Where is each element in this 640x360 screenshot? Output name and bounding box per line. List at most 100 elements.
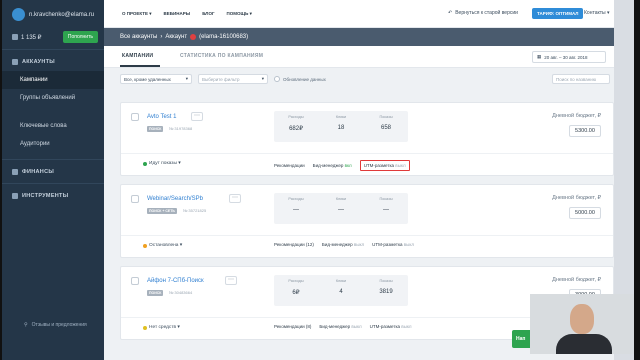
sidebar-section-tools[interactable]: ИНСТРУМЕНТЫ [2, 186, 104, 205]
more-options-icon[interactable]: ⋯ [229, 194, 241, 203]
campaign-checkbox[interactable] [131, 195, 139, 203]
campaign-checkbox[interactable] [131, 277, 139, 285]
metric-clicks: 18 [337, 125, 345, 131]
data-update-toggle[interactable]: Обновление данных [274, 76, 326, 82]
feedback-label: Отзывы и предложения [31, 322, 87, 328]
campaign-type-tag: ПОИСК [147, 290, 164, 296]
presenter-head [570, 304, 594, 334]
metric-label-clicks: Клики [335, 115, 347, 119]
old-version-label: Вернуться к старой версии [455, 10, 518, 16]
metric-spend: — [293, 207, 299, 213]
campaign-name-link[interactable]: Айфон 7-СПб-Поиск [147, 278, 204, 284]
sidebar-item-ad-groups[interactable]: Группы объявлений [2, 89, 104, 107]
filter-select[interactable]: Выберите фильтр ▾ [198, 74, 268, 84]
bid-manager-label: Бид-менеджер [312, 163, 344, 168]
campaign-type-tag: ПОИСК + СЕТЬ [147, 208, 177, 214]
search-input[interactable]: Поиск по названию [552, 74, 610, 84]
utm-state: выкл [401, 324, 412, 329]
balance-row: 1 135 ₽ Пополнить [2, 27, 104, 47]
tab-campaign-stats[interactable]: СТАТИСТИКА ПО КАМПАНИЯМ [180, 53, 263, 59]
location-pin-icon: ⚲ [24, 322, 28, 328]
bid-manager-state: выкл [353, 242, 365, 247]
recommendations-link[interactable]: Рекомендации (8) [274, 324, 311, 329]
daily-budget-input[interactable]: 5000.00 [569, 207, 601, 219]
warning-icon[interactable] [190, 34, 197, 40]
campaign-name-link[interactable]: Webinar/Search/SPb [147, 196, 203, 202]
sidebar-section-finance[interactable]: ФИНАНСЫ [2, 162, 104, 181]
metric-impressions: 658 [380, 125, 391, 131]
date-range-picker[interactable]: ▦ 20 авг. – 30 авг. 2018 [532, 51, 606, 63]
menu-blog[interactable]: БЛОГ [202, 11, 214, 17]
utm-markup-toggle[interactable]: UTM-разметка выкл [359, 160, 410, 171]
metric-label-clicks: Клики [335, 279, 347, 283]
metric-clicks: 4 [339, 289, 343, 295]
metric-spend: 6₽ [292, 290, 300, 296]
radio-icon [274, 76, 280, 82]
right-border [634, 0, 640, 360]
bid-manager-label: Бид-менеджер [321, 242, 353, 247]
status-dot-icon [143, 161, 147, 166]
recommendations-link[interactable]: Рекомендации (12) [274, 242, 314, 247]
daily-budget-label: Дневной бюджет, ₽ [552, 195, 601, 201]
user-info[interactable]: n.kravchenko@elama.ru [2, 0, 104, 27]
chevron-down-icon: ▾ [185, 76, 188, 81]
metric-label-spend: Расходы [288, 115, 304, 119]
campaign-card: Webinar/Search/SPb ⋯ ПОИСК + СЕТЬ № 3572… [120, 184, 614, 258]
campaign-footer: Рекомендации (8) Бид-менеджер выкл UTM-р… [274, 324, 412, 329]
more-options-icon[interactable]: ⋯ [225, 276, 237, 285]
tab-campaigns[interactable]: КАМПАНИИ [122, 53, 153, 59]
status-label: Идут показы ▾ [149, 161, 181, 166]
bid-manager-toggle[interactable]: Бид-менеджер выкл [319, 324, 361, 329]
campaign-status[interactable]: Идут показы ▾ [143, 161, 181, 166]
utm-state: выкл [403, 242, 415, 247]
sidebar-item-campaigns[interactable]: Кампании [2, 71, 104, 89]
utm-state: выкл [395, 163, 406, 168]
active-tab-indicator [120, 65, 160, 67]
old-version-link[interactable]: ↶ Вернуться к старой версии [448, 10, 518, 16]
bid-manager-state: выкл [351, 324, 362, 329]
tariff-badge[interactable]: ТАРИФ: ОПТИМАЛ [532, 8, 584, 19]
utm-label: UTM-разметка [363, 163, 395, 168]
utm-markup-toggle[interactable]: UTM-разметка выкл [372, 242, 414, 247]
sidebar-item-keywords[interactable]: Ключевые слова [2, 117, 104, 135]
campaign-status[interactable]: Нет средств ▾ [143, 325, 180, 330]
utm-label: UTM-разметка [372, 242, 403, 247]
status-dot-icon [143, 325, 147, 330]
menu-help[interactable]: ПОМОЩЬ ▾ [227, 11, 252, 17]
metric-impressions: — [383, 207, 389, 213]
sidebar-section-accounts[interactable]: АККАУНТЫ [2, 52, 104, 71]
tools-icon [12, 193, 18, 199]
presenter-body [556, 334, 612, 354]
user-avatar-icon [12, 8, 25, 21]
campaign-id: № 31978368 [169, 126, 193, 131]
menu-webinars[interactable]: ВЕБИНАРЫ [164, 11, 191, 17]
metrics-panel: Расходы 6₽ Клики 4 Показы 3819 [274, 275, 408, 306]
recommendations-link[interactable]: Рекомендации [274, 163, 305, 168]
campaign-checkbox[interactable] [131, 113, 139, 121]
menu-about[interactable]: О ПРОЕКТЕ ▾ [122, 11, 152, 17]
contacts-menu[interactable]: Контакты ▾ [584, 10, 610, 16]
campaign-card: Avto Test 1 ⋯ ПОИСК № 31978368 Расходы 68… [120, 102, 614, 176]
metric-label-spend: Расходы [288, 279, 304, 283]
campaign-footer: Рекомендации (12) Бид-менеджер выкл UTM-… [274, 242, 414, 247]
bid-manager-toggle[interactable]: Бид-менеджер вкл [313, 163, 352, 168]
utm-markup-toggle[interactable]: UTM-разметка выкл [370, 324, 412, 329]
bid-manager-toggle[interactable]: Бид-менеджер выкл [322, 242, 364, 247]
calendar-icon: ▦ [537, 54, 542, 59]
breadcrumb-all-accounts[interactable]: Все аккаунты [120, 34, 157, 40]
daily-budget-input[interactable]: 5300.00 [569, 125, 601, 137]
metric-label-impressions: Показы [379, 115, 393, 119]
campaign-status[interactable]: Остановлена ▾ [143, 243, 182, 248]
daily-budget-label: Дневной бюджет, ₽ [552, 113, 601, 119]
campaign-name-link[interactable]: Avto Test 1 [147, 114, 176, 120]
feedback-link[interactable]: ⚲ Отзывы и предложения [24, 322, 87, 328]
metric-label-impressions: Показы [379, 197, 393, 201]
chevron-down-icon: ▾ [261, 76, 264, 81]
more-options-icon[interactable]: ⋯ [191, 112, 203, 121]
status-filter-select[interactable]: Все, кроме удаленных ▾ [120, 74, 192, 84]
topup-button[interactable]: Пополнить [62, 31, 98, 43]
sidebar-item-audiences[interactable]: Аудитории [2, 135, 104, 153]
sidebar: n.kravchenko@elama.ru 1 135 ₽ Пополнить … [2, 0, 104, 360]
status-label: Нет средств ▾ [149, 325, 180, 330]
back-arrow-icon: ↶ [448, 10, 453, 16]
